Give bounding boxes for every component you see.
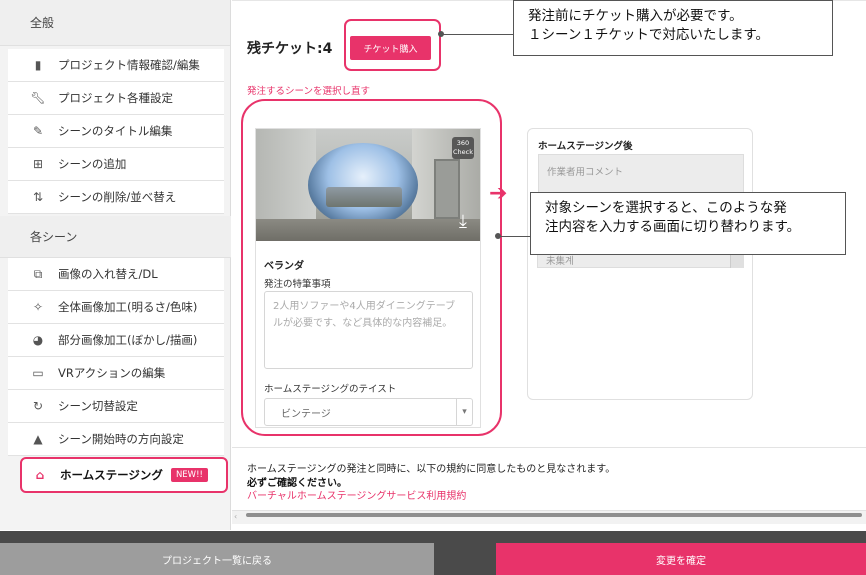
- sidebar-item-home-staging[interactable]: ⌂ ホームステージング NEW!!: [20, 457, 228, 493]
- direction-arrow-icon: ▲: [33, 432, 43, 446]
- sidebar-item-scene-delete-sort[interactable]: ⇅ シーンの削除/並べ替え: [8, 181, 224, 214]
- callout-line: 発注前にチケット購入が必要です。: [528, 8, 743, 24]
- remaining-tickets: 残チケット:4: [247, 41, 333, 57]
- scrollbar-thumb[interactable]: [246, 513, 862, 517]
- right-arrow-icon: ➔: [489, 181, 508, 206]
- palette-icon: ◕: [32, 333, 44, 347]
- leader-line: [498, 236, 530, 237]
- sidebar-item-start-direction[interactable]: ▲ シーン開始時の方向設定: [8, 423, 224, 456]
- sidebar-item-label: シーン切替設定: [58, 399, 138, 413]
- sidebar-item-scene-title-edit[interactable]: ✎ シーンのタイトル編集: [8, 115, 224, 148]
- wrench-icon: 🔧︎: [30, 91, 46, 105]
- sidebar-item-label: シーンの削除/並べ替え: [58, 190, 177, 204]
- divider: [232, 447, 866, 448]
- download-icon[interactable]: ⤓: [452, 211, 474, 233]
- taste-selected-value: ビンテージ: [281, 408, 331, 420]
- sidebar-item-project-info[interactable]: ▮ プロジェクト情報確認/編集: [8, 49, 224, 82]
- sidebar-item-label: VRアクションの編集: [58, 366, 166, 380]
- swap-image-icon: ⧉: [33, 266, 43, 281]
- leader-line: [441, 34, 513, 35]
- scene-panorama-image[interactable]: 360 Check ⤓: [256, 129, 480, 241]
- plus-box-icon: ⊞: [32, 157, 44, 171]
- callout-line: 注内容を入力する画面に切り替わります。: [545, 219, 801, 235]
- sidebar-item-label: 画像の入れ替え/DL: [58, 267, 158, 281]
- callout-ticket-note: 発注前にチケット購入が必要です。 １シーン１チケットで対応いたします。: [513, 0, 833, 56]
- chevron-down-icon: ▾: [456, 399, 472, 425]
- 360-check-icon[interactable]: 360 Check: [452, 137, 474, 159]
- scroll-left-icon[interactable]: ‹: [234, 512, 237, 521]
- spec-label: 発注の特筆事項: [264, 279, 331, 290]
- buy-ticket-button[interactable]: チケット購入: [350, 36, 431, 60]
- sidebar-item-global-adjust[interactable]: ✧ 全体画像加工(明るさ/色味): [8, 291, 224, 324]
- sidebar-item-scene-switch[interactable]: ↻ シーン切替設定: [8, 390, 224, 423]
- result-title: ホームステージング後: [538, 141, 633, 152]
- scene-order-card: 360 Check ⤓ ベランダ 発注の特筆事項 2人用ソファーや4人用ダイニング…: [255, 128, 481, 428]
- sidebar-item-label: ホームステージング: [60, 468, 163, 482]
- callout-line: 対象シーンを選択すると、このような発: [545, 200, 787, 216]
- scene-name: ベランダ: [264, 261, 304, 272]
- sidebar-item-vr-action[interactable]: ▭ VRアクションの編集: [8, 357, 224, 390]
- sidebar-item-label: 全体画像加工(明るさ/色味): [58, 300, 198, 314]
- sidebar-item-label: シーンのタイトル編集: [58, 124, 173, 138]
- new-badge: NEW!!: [170, 468, 208, 482]
- terms-notice: ホームステージングの発注と同時に、以下の規約に同意したものと見なされます。: [247, 464, 616, 475]
- file-icon: ▮: [34, 58, 42, 72]
- callout-scene-note: 対象シーンを選択すると、このような発 注内容を入力する画面に切り替わります。: [530, 192, 846, 255]
- magic-wand-icon: ✧: [32, 300, 44, 314]
- section-header-scene: 各シーン: [0, 216, 231, 258]
- sidebar-item-partial-adjust[interactable]: ◕ 部分画像加工(ぼかし/描画): [8, 324, 224, 357]
- sidebar-item-image-swap[interactable]: ⧉ 画像の入れ替え/DL: [8, 258, 224, 291]
- sidebar-item-label: 部分画像加工(ぼかし/描画): [58, 333, 198, 347]
- taste-label: ホームステージングのテイスト: [264, 384, 397, 395]
- sidebar-item-label: プロジェクト情報確認/編集: [58, 58, 200, 72]
- sidebar-item-label: プロジェクト各種設定: [58, 91, 173, 105]
- home-icon: ⌂: [35, 468, 45, 482]
- horizontal-scrollbar[interactable]: ‹: [232, 510, 866, 524]
- back-to-projects-button[interactable]: プロジェクト一覧に戻る: [0, 543, 434, 575]
- worker-comment-field: 作業者用コメント: [538, 154, 744, 196]
- reselect-scene-link[interactable]: 発注するシーンを選択し直す: [247, 83, 370, 97]
- callout-line: １シーン１チケットで対応いたします。: [528, 27, 769, 43]
- pencil-icon: ✎: [32, 124, 44, 138]
- sidebar-item-label: シーンの追加: [58, 157, 127, 171]
- sidebar-item-label: シーン開始時の方向設定: [58, 432, 184, 446]
- section-header-general: 全般: [0, 0, 230, 46]
- vr-goggles-icon: ▭: [32, 366, 44, 380]
- confirm-changes-button[interactable]: 変更を確定: [496, 543, 866, 575]
- sort-icon: ⇅: [32, 190, 44, 204]
- spec-textarea[interactable]: 2人用ソファーや4人用ダイニングテーブルが必要です、など具体的な内容補足。: [264, 291, 473, 369]
- terms-link[interactable]: バーチャルホームステージングサービス利用規約: [247, 487, 466, 502]
- sidebar-item-project-settings[interactable]: 🔧︎ プロジェクト各種設定: [8, 82, 224, 115]
- taste-select[interactable]: ビンテージ ▾: [264, 398, 473, 426]
- refresh-icon: ↻: [32, 399, 44, 413]
- sidebar-item-scene-add[interactable]: ⊞ シーンの追加: [8, 148, 224, 181]
